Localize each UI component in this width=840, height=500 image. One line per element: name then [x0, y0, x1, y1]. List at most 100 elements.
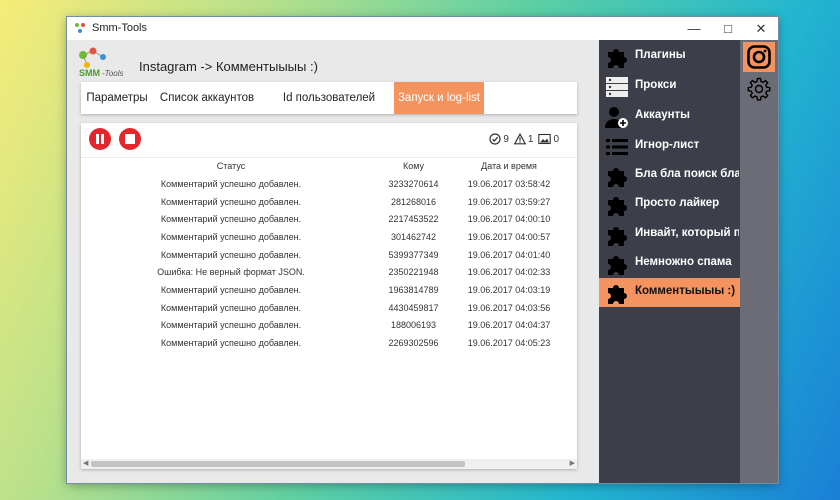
- minimize-button[interactable]: —: [677, 17, 711, 40]
- row-datetime: 19.06.2017 04:05:23: [467, 338, 551, 348]
- sidebar-item-label: Немножно спама: [635, 256, 732, 268]
- app-icon: [75, 23, 85, 33]
- table-row[interactable]: Комментарий успешно добавлен. 281268016 19…: [81, 197, 577, 214]
- column-status[interactable]: Статус: [121, 161, 341, 171]
- smm-tools-logo: SMM -Tools: [79, 47, 124, 78]
- icon-rail: [740, 40, 778, 483]
- tab-launch-log[interactable]: Запуск и log-list: [394, 82, 484, 114]
- row-status: Комментарий успешно добавлен.: [160, 232, 302, 242]
- instagram-icon: [747, 45, 771, 69]
- sidebar-item-label: Игнор-лист: [635, 139, 700, 151]
- table-row[interactable]: Комментарий успешно добавлен. 5399377349 1…: [81, 250, 577, 267]
- sidebar-item-search[interactable]: Бла бла поиск бла: [599, 161, 740, 190]
- horizontal-scrollbar[interactable]: ◀ ▶: [81, 459, 577, 469]
- row-datetime: 19.06.2017 03:58:42: [467, 179, 551, 189]
- warning-count: 1: [527, 133, 534, 145]
- row-datetime: 19.06.2017 04:04:37: [467, 320, 551, 330]
- row-to: 281268016: [390, 197, 437, 207]
- row-to: 1963814789: [388, 285, 439, 295]
- scrollbar-thumb[interactable]: [91, 461, 465, 467]
- sidebar-item-spam[interactable]: Немножно спама: [599, 249, 740, 278]
- table-row[interactable]: Комментарий успешно добавлен. 1963814789 1…: [81, 285, 577, 302]
- sidebar-item-proxy[interactable]: Прокси: [599, 72, 740, 101]
- row-status: Комментарий успешно добавлен.: [160, 197, 302, 207]
- warning-icon: [513, 133, 526, 145]
- row-status: Комментарий успешно добавлен.: [160, 338, 302, 348]
- row-datetime: 19.06.2017 04:02:33: [467, 267, 551, 277]
- svg-text:SMM: SMM: [79, 68, 100, 78]
- run-stats: 9 1 0: [489, 133, 559, 145]
- image-count: 0: [553, 133, 559, 145]
- row-datetime: 19.06.2017 04:00:57: [467, 232, 551, 242]
- sidebar-item-label: Комментыыыы :): [635, 285, 736, 297]
- instagram-tab[interactable]: [743, 42, 775, 72]
- row-to: 188006193: [390, 320, 437, 330]
- image-icon: [538, 133, 552, 145]
- table-row[interactable]: Комментарий успешно добавлен. 301462742 19…: [81, 232, 577, 249]
- sidebar-item-invite[interactable]: Инвайт, который п: [599, 220, 740, 249]
- table-row[interactable]: Комментарий успешно добавлен. 4430459817 1…: [81, 303, 577, 320]
- table-row[interactable]: Комментарий успешно добавлен. 2217453522 1…: [81, 214, 577, 231]
- table-row[interactable]: Комментарий успешно добавлен. 188006193 19…: [81, 320, 577, 337]
- column-datetime[interactable]: Дата и время: [459, 161, 559, 171]
- row-to: 4430459817: [388, 303, 439, 313]
- sidebar-item-label: Инвайт, который п: [635, 227, 739, 239]
- puzzle-icon: [608, 285, 627, 304]
- row-to: 2217453522: [388, 214, 439, 224]
- tab-user-ids[interactable]: Id пользователей (2000): [267, 82, 391, 136]
- close-button[interactable]: ✕: [744, 17, 778, 40]
- settings-tab[interactable]: [743, 74, 775, 104]
- sidebar-item-accounts[interactable]: Аккаунты: [599, 102, 740, 131]
- sidebar-item-comments[interactable]: Комментыыыы :): [599, 278, 740, 307]
- sidebar-item-label: Аккаунты: [635, 109, 691, 121]
- sidebar-item-plugins[interactable]: Плагины: [599, 42, 740, 71]
- pause-button[interactable]: [89, 128, 111, 150]
- row-datetime: 19.06.2017 04:03:56: [467, 303, 551, 313]
- row-status: Комментарий успешно добавлен.: [160, 214, 302, 224]
- plugin-sidebar: Плагины Прокси Аккаунты Игнор-лист Бла б…: [599, 40, 740, 483]
- row-to: 2269302596: [388, 338, 439, 348]
- row-datetime: 19.06.2017 03:59:27: [467, 197, 551, 207]
- title-bar[interactable]: Smm-Tools — □ ✕: [67, 17, 778, 40]
- row-status: Комментарий успешно добавлен.: [160, 250, 302, 260]
- sidebar-item-liker[interactable]: Просто лайкер: [599, 190, 740, 219]
- tab-accounts-list[interactable]: Список аккаунтов (5): [153, 82, 261, 136]
- server-icon: [606, 77, 628, 97]
- page-breadcrumb: Instagram -> Комментыыыы :): [139, 59, 318, 74]
- sidebar-item-label: Плагины: [635, 49, 686, 61]
- user-add-icon: [605, 107, 628, 128]
- row-status: Комментарий успешно добавлен.: [160, 285, 302, 295]
- maximize-button[interactable]: □: [711, 17, 745, 40]
- row-status: Ошибка: Не верный формат JSON.: [157, 267, 305, 277]
- puzzle-icon: [608, 49, 627, 68]
- table-row[interactable]: Комментарий успешно добавлен. 2269302596 1…: [81, 338, 577, 355]
- column-to[interactable]: Кому: [371, 161, 456, 171]
- svg-text:-Tools: -Tools: [102, 69, 124, 78]
- puzzle-icon: [608, 256, 627, 275]
- window-title: Smm-Tools: [92, 22, 148, 34]
- table-row[interactable]: Комментарий успешно добавлен. 3233270614 1…: [81, 179, 577, 196]
- scroll-left-icon[interactable]: ◀: [83, 459, 88, 467]
- sidebar-item-label: Просто лайкер: [635, 197, 720, 209]
- puzzle-icon: [608, 168, 627, 187]
- sidebar-item-label: Прокси: [635, 79, 677, 91]
- puzzle-icon: [608, 227, 627, 246]
- log-toolbar: 9 1 0: [81, 123, 577, 158]
- scroll-right-icon[interactable]: ▶: [570, 459, 575, 467]
- row-datetime: 19.06.2017 04:01:40: [467, 250, 551, 260]
- row-datetime: 19.06.2017 04:03:19: [467, 285, 551, 295]
- list-icon: [606, 139, 628, 155]
- stop-button[interactable]: [119, 128, 141, 150]
- app-window: Smm-Tools — □ ✕ SMM -Tools Instagram -> …: [67, 17, 778, 483]
- row-datetime: 19.06.2017 04:00:10: [467, 214, 551, 224]
- log-panel: 9 1 0 Статус Кому Дата и время Комментар…: [81, 123, 577, 469]
- row-to: 2350221948: [388, 267, 439, 277]
- gear-icon: [747, 77, 771, 101]
- table-row[interactable]: Ошибка: Не верный формат JSON. 2350221948…: [81, 267, 577, 284]
- success-count: 9: [503, 133, 509, 145]
- tab-parameters[interactable]: Параметры: [83, 82, 151, 114]
- row-to: 3233270614: [388, 179, 439, 189]
- row-status: Комментарий успешно добавлен.: [160, 303, 302, 313]
- table-header: Статус Кому Дата и время: [81, 161, 577, 177]
- sidebar-item-ignore-list[interactable]: Игнор-лист: [599, 132, 740, 161]
